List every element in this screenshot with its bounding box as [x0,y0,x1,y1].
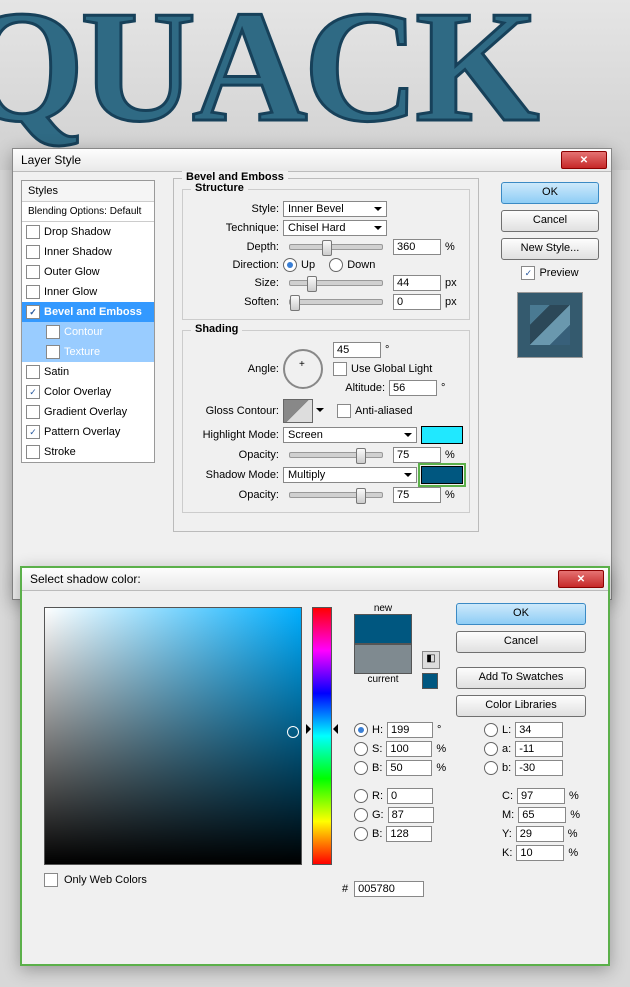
styles-sidebar: Styles Blending Options: Default Drop Sh… [13,172,163,600]
style-satin[interactable]: Satin [22,362,154,382]
style-outer-glow[interactable]: Outer Glow [22,262,154,282]
dialog-title: Layer Style [21,153,561,167]
b-input[interactable]: 50 [386,760,432,776]
color-field-marker[interactable] [287,726,299,738]
picker-ok-button[interactable]: OK [456,603,586,625]
color-libraries-button[interactable]: Color Libraries [456,695,586,717]
k-input[interactable]: 10 [516,845,564,861]
b-radio[interactable] [354,761,368,775]
style-inner-glow[interactable]: Inner Glow [22,282,154,302]
soften-slider[interactable] [289,299,383,305]
blending-header[interactable]: Blending Options: Default [22,202,154,222]
depth-input[interactable]: 360 [393,239,441,255]
y-input[interactable]: 29 [516,826,564,842]
hsb-rgb-fields: H:199° S:100% B:50% R:0 G:87 B:128 [354,719,446,845]
gamut-swatch[interactable] [422,673,438,689]
preview-checkbox[interactable] [521,266,535,280]
h-input[interactable]: 199 [387,722,433,738]
svg-text:QUACK: QUACK [0,0,539,155]
structure-group: Structure Style:Inner Bevel Technique:Ch… [182,189,470,320]
close-icon[interactable]: ✕ [558,570,604,588]
style-inner-shadow[interactable]: Inner Shadow [22,242,154,262]
style-contour[interactable]: Contour [22,322,154,342]
l-input[interactable]: 34 [515,722,563,738]
bb-input[interactable]: 128 [386,826,432,842]
g-radio[interactable] [354,808,368,822]
new-style-button[interactable]: New Style... [501,238,599,260]
canvas-bg: QUACK [0,0,630,170]
size-input[interactable]: 44 [393,275,441,291]
size-slider[interactable] [289,280,383,286]
new-color-swatch[interactable] [354,614,412,644]
m-input[interactable]: 65 [518,807,566,823]
l-radio[interactable] [484,723,498,737]
picker-title: Select shadow color: [30,572,558,586]
shadow-color-swatch[interactable] [421,466,463,484]
hue-marker[interactable] [306,724,338,734]
layer-style-dialog: Layer Style ✕ Styles Blending Options: D… [12,148,612,600]
close-icon[interactable]: ✕ [561,151,607,169]
technique-select[interactable]: Chisel Hard [283,220,387,236]
lab-b-input[interactable]: -30 [515,760,563,776]
style-gradient-overlay[interactable]: Gradient Overlay [22,402,154,422]
a-radio[interactable] [484,742,498,756]
direction-up-radio[interactable] [283,258,297,272]
picker-cancel-button[interactable]: Cancel [456,631,586,653]
style-drop-shadow[interactable]: Drop Shadow [22,222,154,242]
lab-b-radio[interactable] [484,761,498,775]
bevel-group: Bevel and Emboss Structure Style:Inner B… [173,178,479,532]
highlight-opacity-slider[interactable] [289,452,383,458]
shading-group: Shading Angle: 45° Use Global Light Alti… [182,330,470,513]
highlight-opacity-input[interactable]: 75 [393,447,441,463]
style-color-overlay[interactable]: Color Overlay [22,382,154,402]
angle-dial[interactable] [283,349,323,389]
angle-input[interactable]: 45 [333,342,381,358]
hue-slider[interactable] [312,607,332,865]
style-stroke[interactable]: Stroke [22,442,154,462]
shadow-opacity-slider[interactable] [289,492,383,498]
style-bevel-emboss[interactable]: Bevel and Emboss [22,302,154,322]
current-color-swatch[interactable] [354,644,412,674]
antialiased-checkbox[interactable] [337,404,351,418]
lab-cmyk-fields: L:34 a:-11 b:-30 C:97% M:65% Y:29% K:10% [484,719,580,864]
g-input[interactable]: 87 [388,807,434,823]
style-pattern-overlay[interactable]: Pattern Overlay [22,422,154,442]
style-texture[interactable]: Texture [22,342,154,362]
new-current-swatch: new current [354,603,412,685]
styles-header[interactable]: Styles [22,181,154,202]
global-light-checkbox[interactable] [333,362,347,376]
color-picker-dialog: Select shadow color: ✕ new current ◧ OK … [20,566,610,966]
s-radio[interactable] [354,742,368,756]
gloss-contour[interactable] [283,399,313,423]
ok-button[interactable]: OK [501,182,599,204]
hex-input[interactable]: 005780 [354,881,424,897]
direction-down-radio[interactable] [329,258,343,272]
r-input[interactable]: 0 [387,788,433,804]
style-select[interactable]: Inner Bevel [283,201,387,217]
s-input[interactable]: 100 [386,741,432,757]
dialog-buttons: OK Cancel New Style... Preview [489,172,611,600]
titlebar[interactable]: Layer Style ✕ [13,149,611,172]
only-web-colors-checkbox[interactable] [44,873,58,887]
picker-titlebar[interactable]: Select shadow color: ✕ [22,568,608,591]
depth-slider[interactable] [289,244,383,250]
h-radio[interactable] [354,723,368,737]
color-field[interactable] [44,607,302,865]
highlight-mode-select[interactable]: Screen [283,427,417,443]
cancel-button[interactable]: Cancel [501,210,599,232]
add-swatches-button[interactable]: Add To Swatches [456,667,586,689]
highlight-color-swatch[interactable] [421,426,463,444]
altitude-input[interactable]: 56 [389,380,437,396]
preview-swatch [517,292,583,358]
soften-input[interactable]: 0 [393,294,441,310]
bb-radio[interactable] [354,827,368,841]
gamut-warning-icon[interactable]: ◧ [422,651,440,669]
shadow-opacity-input[interactable]: 75 [393,487,441,503]
a-input[interactable]: -11 [515,741,563,757]
r-radio[interactable] [354,789,368,803]
c-input[interactable]: 97 [517,788,565,804]
shadow-mode-select[interactable]: Multiply [283,467,417,483]
